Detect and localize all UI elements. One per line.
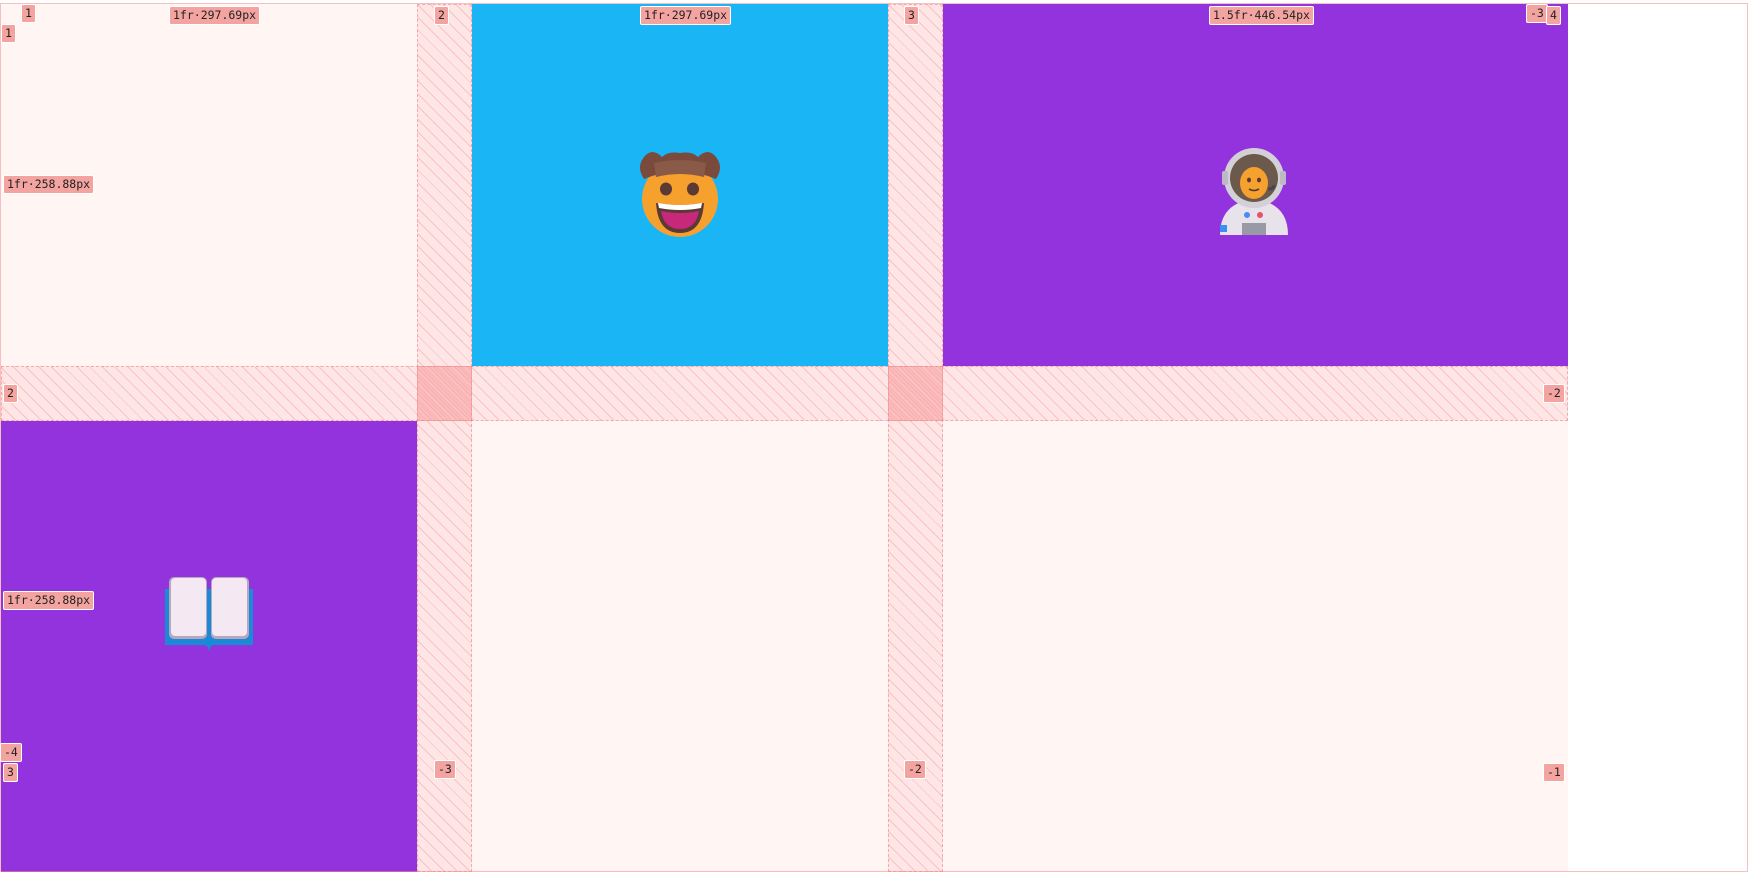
grid-cell-r2c1 — [1, 421, 417, 872]
gap-intersection-2 — [888, 366, 943, 421]
row-track-size-label: 1fr·258.88px — [3, 175, 95, 194]
row-track-size-label: 1fr·258.88px — [3, 591, 95, 610]
column-line-number-label: -4 — [0, 743, 22, 762]
column-gap-2 — [888, 4, 943, 872]
grid-cell-r1c3 — [943, 4, 1568, 366]
column-line-number-label: -1 — [1543, 763, 1565, 782]
row-line-number-label: 3 — [3, 763, 18, 782]
column-line-number-label: 4 — [1546, 6, 1561, 25]
column-line-number-label: 1 — [21, 4, 36, 23]
column-track-size-label: 1.5fr·446.54px — [1209, 6, 1314, 25]
astronaut-icon — [1220, 148, 1288, 235]
column-line-number-label: 3 — [904, 6, 919, 25]
column-track-size-label: 1fr·297.69px — [640, 6, 732, 25]
column-line-number-label: -3 — [434, 760, 456, 779]
open-book-icon — [165, 577, 253, 651]
cowboy-face-icon — [640, 152, 720, 237]
row-line-number-label: 2 — [3, 384, 18, 403]
row-gap-1 — [1, 366, 1568, 421]
column-line-number-label: 2 — [434, 6, 449, 25]
column-gap-1 — [417, 4, 472, 872]
row-line-number-label: 1 — [1, 24, 16, 43]
row-line-number-label: -2 — [1543, 384, 1565, 403]
grid-cell-r2c2 — [472, 421, 888, 872]
grid-cell-r1c2 — [472, 4, 888, 366]
column-line-number-label: -2 — [904, 760, 926, 779]
gap-intersection-1 — [417, 366, 472, 421]
column-track-size-label: 1fr·297.69px — [169, 6, 261, 25]
column-line-number-label: -3 — [1526, 4, 1548, 23]
grid-cell-r2c3 — [943, 421, 1568, 872]
